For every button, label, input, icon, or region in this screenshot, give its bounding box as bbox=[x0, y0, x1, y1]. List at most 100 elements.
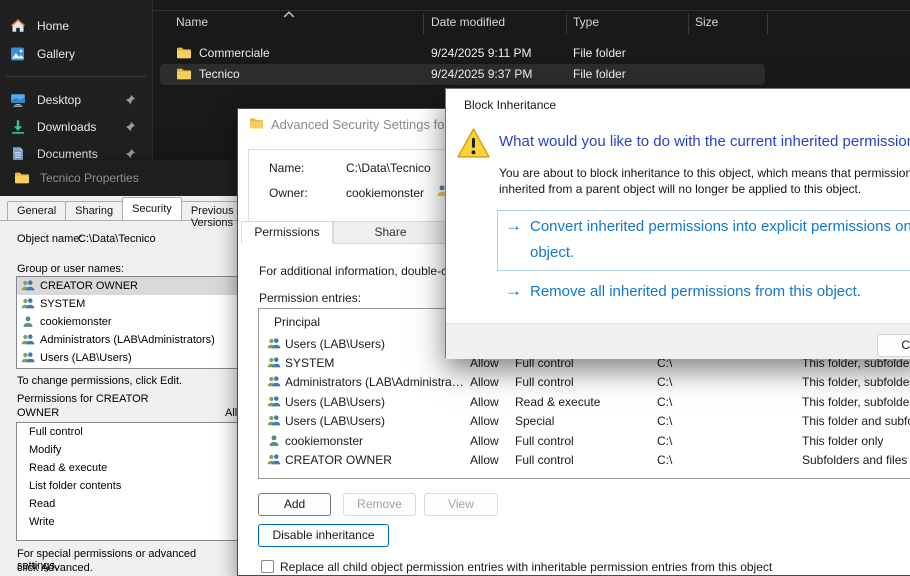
sidebar-item-desktop[interactable]: Desktop bbox=[10, 88, 148, 112]
permission-read-execute[interactable]: Read & execute bbox=[17, 459, 237, 477]
pin-icon bbox=[125, 121, 136, 132]
cancel-button[interactable]: Cancel bbox=[877, 334, 910, 357]
owner-value: cookiemonster bbox=[346, 186, 424, 200]
file-row-tecnico-selected[interactable]: Tecnico 9/24/2025 9:37 PM File folder bbox=[160, 64, 765, 85]
block-dialog-heading: What would you like to do with the curre… bbox=[499, 133, 910, 150]
column-header-type[interactable]: Type bbox=[573, 15, 599, 29]
pin-icon bbox=[125, 94, 136, 105]
access-cell: Special bbox=[515, 414, 554, 428]
permission-write[interactable]: Write bbox=[17, 513, 237, 531]
tab-permissions[interactable]: Permissions bbox=[241, 221, 333, 244]
applies-to-cell: This folder and subfolders bbox=[802, 414, 910, 428]
tab-share[interactable]: Share bbox=[333, 221, 448, 244]
type-cell: Allow bbox=[470, 414, 499, 428]
folder-icon bbox=[14, 170, 30, 186]
sidebar-item-label: Desktop bbox=[37, 93, 81, 107]
permission-read[interactable]: Read bbox=[17, 495, 237, 513]
convert-permissions-link[interactable]: Convert inherited permissions into expli… bbox=[530, 214, 910, 266]
tab-previous-versions[interactable]: Previous Versions bbox=[181, 201, 244, 220]
sidebar-item-label: Downloads bbox=[37, 120, 96, 134]
column-separator[interactable] bbox=[688, 13, 689, 34]
folder-icon bbox=[176, 66, 192, 82]
table-row[interactable]: Administrators (LAB\Administrators) Allo… bbox=[259, 373, 910, 392]
list-item-cookiemonster[interactable]: cookiemonster bbox=[17, 313, 237, 331]
advanced-note-line2: click Advanced. bbox=[17, 562, 93, 574]
file-name: Tecnico bbox=[199, 67, 240, 81]
inherited-from-cell: C:\ bbox=[657, 453, 672, 467]
tab-sharing[interactable]: Sharing bbox=[65, 201, 123, 220]
block-dialog-title: Block Inheritance bbox=[464, 98, 556, 112]
tab-general[interactable]: General bbox=[7, 201, 66, 220]
sidebar-item-label: Documents bbox=[37, 147, 98, 161]
group-user-list[interactable]: CREATOR OWNER SYSTEM cookiemonster Admin… bbox=[16, 276, 238, 369]
sidebar-item-downloads[interactable]: Downloads bbox=[10, 115, 148, 139]
principal-cell: Users (LAB\Users) bbox=[285, 337, 465, 351]
column-separator[interactable] bbox=[767, 13, 768, 34]
group-icon bbox=[267, 356, 281, 370]
applies-to-cell: This folder only bbox=[802, 434, 883, 448]
group-icon bbox=[21, 351, 35, 365]
column-separator[interactable] bbox=[566, 13, 567, 34]
type-cell: Allow bbox=[470, 375, 499, 389]
column-header-date-modified[interactable]: Date modified bbox=[431, 15, 505, 29]
sort-ascending-icon[interactable] bbox=[283, 5, 295, 13]
group-icon bbox=[267, 375, 281, 389]
applies-to-cell: This folder, subfolders and files bbox=[802, 395, 910, 409]
group-icon bbox=[21, 333, 35, 347]
table-row[interactable]: Users (LAB\Users) Allow Read & execute C… bbox=[259, 393, 910, 412]
file-row-commerciale[interactable]: Commerciale 9/24/2025 9:11 PM File folde… bbox=[160, 43, 765, 64]
column-header-size[interactable]: Size bbox=[695, 15, 718, 29]
gallery-icon bbox=[10, 46, 26, 62]
group-icon bbox=[21, 297, 35, 311]
permission-full-control[interactable]: Full control bbox=[17, 423, 237, 441]
list-top-border bbox=[153, 10, 910, 11]
disable-inheritance-button[interactable]: Disable inheritance bbox=[258, 524, 389, 547]
folder-icon bbox=[249, 116, 264, 131]
object-name-value: C:\Data\Tecnico bbox=[78, 233, 156, 245]
name-label: Name: bbox=[269, 161, 304, 175]
list-item-administrators[interactable]: Administrators (LAB\Administrators) bbox=[17, 331, 237, 349]
access-cell: Full control bbox=[515, 434, 574, 448]
principal-cell: CREATOR OWNER bbox=[285, 453, 465, 467]
column-header-name[interactable]: Name bbox=[176, 15, 208, 29]
permission-modify[interactable]: Modify bbox=[17, 441, 237, 459]
remove-permissions-link[interactable]: Remove all inherited permissions from th… bbox=[530, 279, 910, 305]
list-item-creator-owner[interactable]: CREATOR OWNER bbox=[17, 277, 237, 295]
add-button[interactable]: Add bbox=[258, 493, 331, 516]
table-row[interactable]: Users (LAB\Users) Allow Special C:\ This… bbox=[259, 412, 910, 431]
group-name: cookiemonster bbox=[40, 316, 112, 328]
properties-titlebar[interactable]: Tecnico Properties bbox=[0, 160, 237, 196]
access-cell: Full control bbox=[515, 453, 574, 467]
list-item-users[interactable]: Users (LAB\Users) bbox=[17, 349, 237, 367]
inherited-from-cell: C:\ bbox=[657, 375, 672, 389]
user-icon bbox=[267, 434, 281, 448]
downloads-icon bbox=[10, 119, 26, 135]
group-name: Users (LAB\Users) bbox=[40, 352, 132, 364]
principal-cell: SYSTEM bbox=[285, 356, 465, 370]
principal-column-header[interactable]: Principal bbox=[274, 315, 320, 329]
principal-cell: Administrators (LAB\Administrators) bbox=[285, 375, 465, 389]
permissions-list[interactable]: Full control Modify Read & execute List … bbox=[16, 422, 238, 541]
view-button[interactable]: View bbox=[424, 493, 498, 516]
user-icon bbox=[21, 315, 35, 329]
table-row[interactable]: CREATOR OWNER Allow Full control C:\ Sub… bbox=[259, 451, 910, 470]
inherited-from-cell: C:\ bbox=[657, 414, 672, 428]
folder-icon bbox=[176, 45, 192, 61]
access-cell: Read & execute bbox=[515, 395, 600, 409]
replace-permissions-checkbox[interactable] bbox=[261, 560, 274, 573]
owner-label: Owner: bbox=[269, 186, 308, 200]
access-cell: Full control bbox=[515, 375, 574, 389]
edit-note: To change permissions, click Edit. bbox=[17, 375, 182, 387]
column-separator[interactable] bbox=[423, 13, 424, 34]
group-icon bbox=[267, 414, 281, 428]
sidebar-item-gallery[interactable]: Gallery bbox=[10, 42, 148, 66]
group-icon bbox=[21, 279, 35, 293]
table-row[interactable]: cookiemonster Allow Full control C:\ Thi… bbox=[259, 432, 910, 451]
properties-title: Tecnico Properties bbox=[40, 171, 139, 185]
remove-button[interactable]: Remove bbox=[343, 493, 416, 516]
tab-security[interactable]: Security bbox=[122, 197, 182, 220]
list-item-system[interactable]: SYSTEM bbox=[17, 295, 237, 313]
permission-list-folder-contents[interactable]: List folder contents bbox=[17, 477, 237, 495]
inherited-from-cell: C:\ bbox=[657, 395, 672, 409]
sidebar-item-home[interactable]: Home bbox=[10, 14, 148, 38]
